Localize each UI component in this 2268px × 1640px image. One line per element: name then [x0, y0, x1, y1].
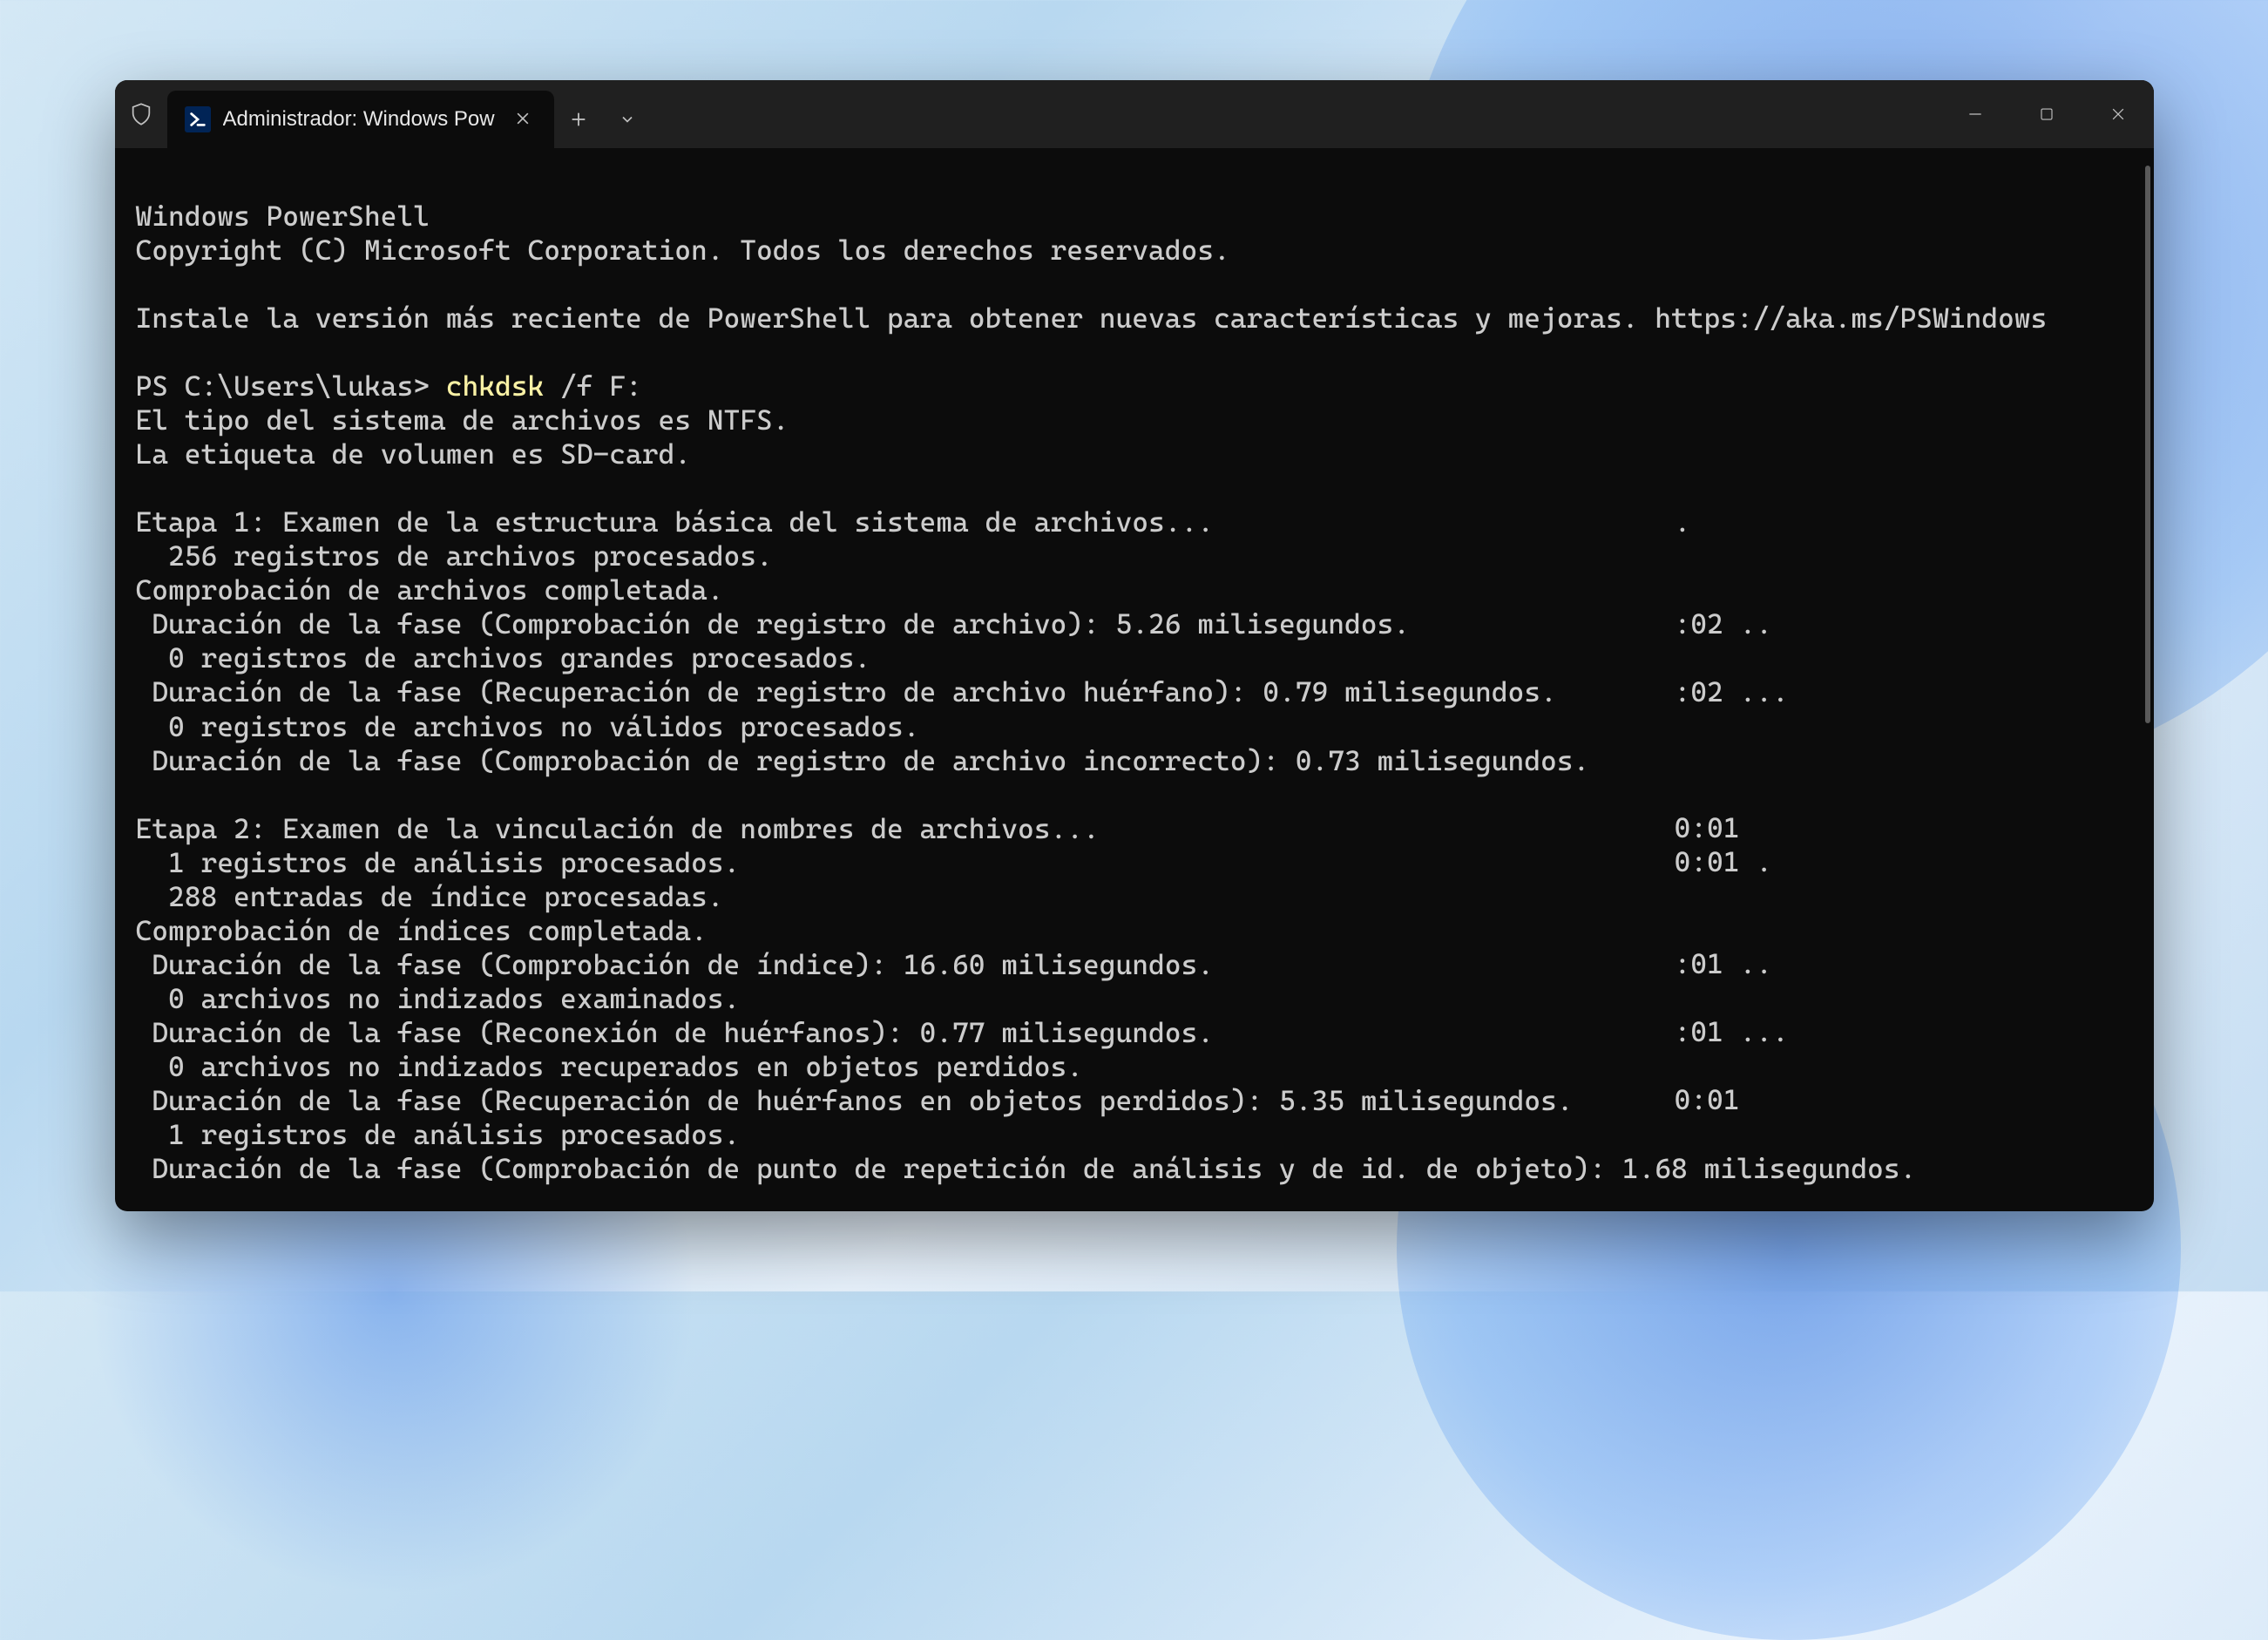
- output-status-right: :01 ..: [1675, 947, 1773, 981]
- close-button[interactable]: [2082, 80, 2154, 148]
- prompt-args: /f F:: [544, 369, 642, 403]
- output-line: La etiqueta de volumen es SD-card.: [136, 437, 692, 471]
- output-line: 1 registros de análisis procesados.: [136, 846, 741, 879]
- output-line: Duración de la fase (Comprobación de reg…: [136, 607, 1411, 640]
- minimize-button[interactable]: [1940, 80, 2011, 148]
- output-line: Instale la versión más reciente de Power…: [136, 302, 2048, 335]
- output-line: Duración de la fase (Comprobación de índ…: [136, 948, 1215, 981]
- output-line: 288 entradas de índice procesadas.: [136, 880, 724, 913]
- output-line: Comprobación de índices completada.: [136, 914, 707, 947]
- output-line: Duración de la fase (Recuperación de reg…: [136, 675, 1557, 708]
- powershell-icon: [185, 106, 211, 132]
- output-status-right: 0:01: [1675, 1083, 1740, 1117]
- tab-actions: [554, 91, 652, 148]
- output-line: Duración de la fase (Reconexión de huérf…: [136, 1016, 1215, 1049]
- admin-shield-icon: [115, 80, 167, 148]
- terminal-output[interactable]: Windows PowerShell Copyright (C) Microso…: [115, 148, 2154, 1211]
- output-line: Duración de la fase (Recuperación de hué…: [136, 1084, 1574, 1117]
- output-line: Duración de la fase (Comprobación de reg…: [136, 744, 1590, 777]
- output-line: 0 registros de archivos no válidos proce…: [136, 710, 920, 743]
- scrollbar[interactable]: [2145, 166, 2150, 723]
- output-status-right: :01 ...: [1675, 1015, 1789, 1049]
- output-status-right: 0:01 .: [1675, 845, 1773, 879]
- output-line: El tipo del sistema de archivos es NTFS.: [136, 403, 789, 437]
- output-line: 0 registros de archivos grandes procesad…: [136, 641, 871, 674]
- terminal-window: Administrador: Windows Pow: [115, 80, 2154, 1211]
- maximize-button[interactable]: [2011, 80, 2082, 148]
- output-line: Etapa 1: Examen de la estructura básica …: [136, 505, 1215, 539]
- output-line: 0 archivos no indizados examinados.: [136, 982, 741, 1015]
- output-line: Duración de la fase (Comprobación de pun…: [136, 1152, 1917, 1185]
- output-status-right: :02 ...: [1675, 675, 1789, 709]
- output-line: Copyright (C) Microsoft Corporation. Tod…: [136, 234, 1230, 267]
- tab-powershell[interactable]: Administrador: Windows Pow: [167, 91, 554, 148]
- output-status-right: .: [1675, 505, 1691, 539]
- titlebar-drag-area[interactable]: [652, 80, 1940, 148]
- window-controls: [1940, 80, 2154, 148]
- prompt-prefix: PS C:\Users\lukas>: [136, 369, 446, 403]
- output-line: 0 archivos no indizados recuperados en o…: [136, 1050, 1084, 1083]
- tab-title: Administrador: Windows Pow: [223, 107, 495, 132]
- new-tab-button[interactable]: [554, 95, 603, 144]
- tab-dropdown-button[interactable]: [603, 95, 652, 144]
- output-status-right: 0:01: [1675, 811, 1740, 845]
- titlebar[interactable]: Administrador: Windows Pow: [115, 80, 2154, 148]
- output-line: 1 registros de análisis procesados.: [136, 1118, 741, 1151]
- prompt-command: chkdsk: [446, 369, 545, 403]
- output-line: Etapa 2: Examen de la vinculación de nom…: [136, 812, 1100, 845]
- output-line: Windows PowerShell: [136, 200, 430, 233]
- output-status-right: :02 ..: [1675, 607, 1773, 641]
- output-line: 256 registros de archivos procesados.: [136, 539, 773, 573]
- output-line: Comprobación de archivos completada.: [136, 573, 724, 607]
- tab-close-button[interactable]: [507, 103, 538, 137]
